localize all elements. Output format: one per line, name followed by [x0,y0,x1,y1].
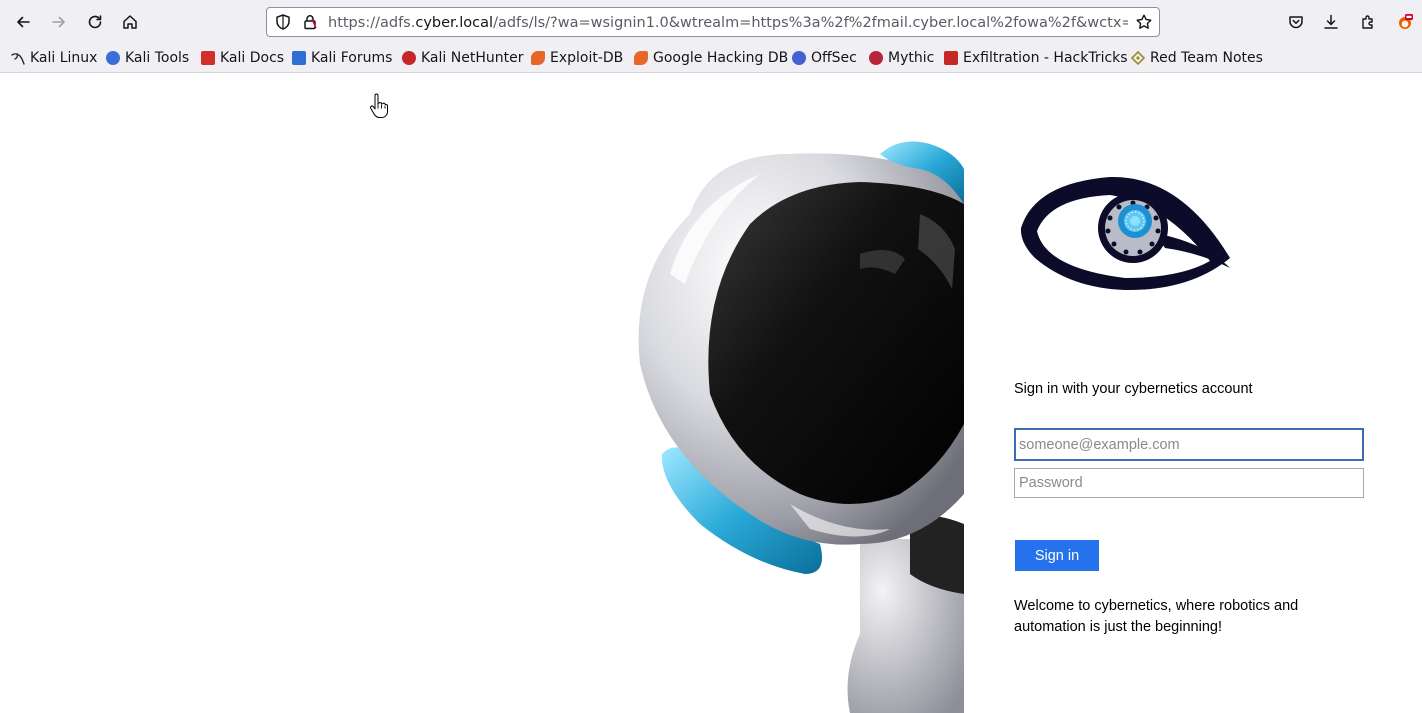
bookmark-kali-docs[interactable]: Kali Docs [201,48,284,68]
bookmark-google-hacking-db[interactable]: Google Hacking DB [634,48,788,68]
bookmark-kali-tools[interactable]: Kali Tools [106,48,189,68]
puzzle-piece-icon [1362,15,1373,29]
kali-forums-icon [292,51,306,65]
address-bar[interactable]: https://adfs.cyber.local/adfs/ls/?wa=wsi… [266,7,1160,37]
bookmark-kali-nethunter[interactable]: Kali NetHunter [402,48,523,68]
home-icon [123,15,137,29]
home-button[interactable] [116,8,144,36]
bookmark-exploit-db[interactable]: Exploit-DB [531,48,623,68]
red-team-notes-icon [1130,50,1146,66]
tracking-protection-shield-icon[interactable] [274,13,292,31]
extensions-button[interactable] [1354,8,1382,36]
back-button[interactable] [9,8,37,36]
browser-toolbar: https://adfs.cyber.local/adfs/ls/?wa=wsi… [0,0,1422,44]
downloads-button[interactable] [1317,8,1345,36]
bookmark-red-team-notes[interactable]: Red Team Notes [1130,48,1263,68]
back-arrow-icon [17,16,30,28]
bookmark-label: Google Hacking DB [653,50,789,66]
username-input[interactable] [1014,428,1364,461]
cybernetics-eye-logo [1020,176,1230,291]
bookmark-label: Red Team Notes [1150,50,1263,66]
site-info-lock-icon[interactable] [301,13,319,31]
bookmark-label: OffSec [811,50,857,66]
mythic-icon [869,51,883,65]
fox-icon [1399,14,1413,29]
bookmark-mythic[interactable]: Mythic [869,48,934,68]
kali-tools-icon [106,51,120,65]
password-input[interactable] [1014,468,1364,498]
bookmarks-toolbar: Kali Linux Kali Tools Kali Docs Kali For… [0,44,1422,73]
pocket-icon [1289,16,1303,29]
bookmark-offsec[interactable]: OffSec [792,48,857,68]
signin-button[interactable]: Sign in [1015,540,1099,571]
bookmark-label: Exploit-DB [550,50,624,66]
bookmark-label: Kali Forums [311,50,393,66]
exploit-db-icon [531,51,545,65]
reload-icon [88,15,102,29]
bookmark-kali-forums[interactable]: Kali Forums [292,48,392,68]
nethunter-icon [402,51,416,65]
robot-illustration [638,141,964,713]
pocket-button[interactable] [1282,8,1310,36]
forward-arrow-icon [52,16,65,28]
bookmark-exfiltration-hacktricks[interactable]: Exfiltration - HackTricks [944,48,1128,68]
kali-docs-icon [201,51,215,65]
bookmark-label: Kali NetHunter [421,50,524,66]
ghdb-icon [634,51,648,65]
bookmark-label: Kali Linux [30,50,98,66]
hand-pointer-cursor-icon [370,93,388,118]
bookmark-star-icon[interactable] [1135,13,1153,31]
bookmark-label: Exfiltration - HackTricks [963,50,1128,66]
kali-dragon-icon [11,51,25,65]
reload-button[interactable] [81,8,109,36]
hacktricks-icon [944,51,958,65]
adfs-login-page: Sign in with your cybernetics account Si… [0,74,1422,713]
bookmark-label: Kali Tools [125,50,190,66]
forward-button[interactable] [45,8,73,36]
url-host: cyber.local [415,15,494,31]
url-path: /adfs/ls/?wa=wsignin1.0&wtrealm=https%3a… [493,15,1128,31]
url-prefix: https://adfs. [328,15,416,31]
download-icon [1324,14,1338,29]
offsec-icon [792,51,806,65]
url-text[interactable]: https://adfs.cyber.local/adfs/ls/?wa=wsi… [328,14,1128,32]
bookmark-label: Kali Docs [220,50,285,66]
bookmark-label: Mythic [888,50,935,66]
bookmark-kali-linux[interactable]: Kali Linux [11,48,97,68]
welcome-text: Welcome to cybernetics, where robotics a… [1014,598,1299,635]
foxyproxy-extension-button[interactable] [1391,8,1419,36]
signin-heading: Sign in with your cybernetics account [1014,381,1253,397]
